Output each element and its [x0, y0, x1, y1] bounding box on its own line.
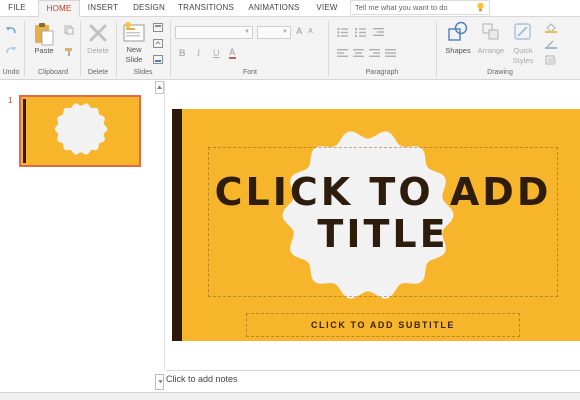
arrange-icon[interactable] [481, 22, 501, 42]
group-label-paragraph: Paragraph [365, 69, 399, 76]
thumbnail-slide-number: 1 [8, 96, 13, 105]
shape-effects-icon[interactable] [545, 55, 557, 65]
delete-label[interactable]: Delete [84, 46, 112, 55]
thumbnail-scrollbar[interactable] [155, 81, 164, 370]
shapes-label[interactable]: Shapes [443, 46, 473, 55]
quick-styles-icon[interactable] [513, 22, 533, 42]
slide-thumbnail-pane: 1 [0, 81, 165, 370]
justify-icon[interactable] [385, 48, 396, 58]
group-label-delete: Delete [87, 69, 109, 76]
new-slide-label-1[interactable]: New [120, 45, 148, 54]
tab-design[interactable]: DESIGN [126, 0, 172, 17]
bullets-icon[interactable] [337, 27, 348, 37]
tab-file[interactable]: FILE [0, 0, 34, 17]
shapes-icon[interactable] [447, 21, 469, 43]
app-window: FILE HOME INSERT DESIGN TRANSITIONS ANIM… [0, 0, 580, 400]
reset-icon[interactable] [153, 39, 163, 48]
chevron-down-icon: ▼ [282, 29, 288, 35]
redo-icon[interactable] [5, 45, 17, 55]
section-icon[interactable] [153, 55, 163, 64]
paste-icon[interactable] [34, 22, 54, 46]
tab-animations[interactable]: ANIMATIONS [240, 0, 308, 17]
italic-button[interactable]: I [197, 48, 200, 58]
font-family-combo[interactable]: ▼ [175, 26, 253, 39]
thumbnail-badge-icon [54, 103, 108, 155]
status-bar [0, 392, 580, 400]
align-center-icon[interactable] [353, 48, 364, 58]
numbering-icon[interactable] [355, 27, 366, 37]
slide-editing-pane: CLICK TO ADD TITLE CLICK TO ADD SUBTITLE [166, 81, 580, 370]
quick-styles-label-2[interactable]: Styles [508, 56, 538, 65]
ribbon-home: Undo Paste Clipboard Delete Delete New S… [0, 17, 580, 80]
indent-icon[interactable] [373, 27, 384, 37]
delete-icon[interactable] [88, 23, 108, 43]
arrange-label[interactable]: Arrange [474, 46, 508, 55]
tell-me-placeholder: Tell me what you want to do [355, 3, 448, 12]
tab-insert[interactable]: INSERT [82, 0, 124, 17]
shape-fill-icon[interactable] [545, 23, 557, 33]
copy-icon[interactable] [64, 25, 74, 35]
slide-title[interactable]: CLICK TO ADD TITLE [208, 171, 558, 255]
thumbnail-accent-bar [23, 99, 26, 163]
tell-me-box[interactable]: Tell me what you want to do [350, 0, 490, 15]
slide-canvas[interactable]: CLICK TO ADD TITLE CLICK TO ADD SUBTITLE [172, 109, 580, 341]
slide-subtitle[interactable]: CLICK TO ADD SUBTITLE [246, 320, 520, 330]
new-slide-label-2[interactable]: Slide [120, 55, 148, 64]
paste-label[interactable]: Paste [30, 46, 58, 55]
lightbulb-icon [477, 2, 484, 12]
bold-button[interactable]: B [179, 48, 186, 58]
underline-button[interactable]: U [213, 48, 220, 58]
tab-home[interactable]: HOME [38, 0, 80, 18]
notes-pane[interactable]: Click to add notes [166, 370, 580, 392]
align-left-icon[interactable] [337, 48, 348, 58]
scroll-down-icon [158, 380, 163, 384]
notes-placeholder: Click to add notes [166, 374, 238, 384]
shape-outline-icon[interactable] [545, 39, 557, 49]
tab-transitions[interactable]: TRANSITIONS [174, 0, 238, 17]
slide-thumbnail-1[interactable] [19, 95, 141, 167]
shrink-font-button[interactable]: A [308, 28, 313, 35]
group-label-slides: Slides [133, 69, 153, 76]
slide-accent-bar [172, 109, 182, 341]
format-painter-icon[interactable] [64, 47, 74, 57]
undo-icon[interactable] [5, 25, 17, 35]
layout-icon[interactable] [153, 23, 163, 32]
group-label-drawing: Drawing [487, 69, 513, 76]
font-size-combo[interactable]: ▼ [257, 26, 291, 39]
ribbon-tabs: FILE HOME INSERT DESIGN TRANSITIONS ANIM… [0, 0, 580, 18]
notes-scroll-button[interactable] [155, 374, 164, 390]
group-label-font: Font [242, 69, 257, 76]
chevron-down-icon: ▼ [244, 29, 250, 35]
grow-font-button[interactable]: A [296, 26, 303, 36]
quick-styles-label-1[interactable]: Quick [508, 46, 538, 55]
group-label-clipboard: Clipboard [38, 69, 68, 76]
align-right-icon[interactable] [369, 48, 380, 58]
font-color-button[interactable]: A [229, 47, 236, 59]
group-label-undo: Undo [2, 69, 20, 76]
tab-view[interactable]: VIEW [310, 0, 344, 17]
new-slide-icon[interactable] [123, 21, 145, 43]
